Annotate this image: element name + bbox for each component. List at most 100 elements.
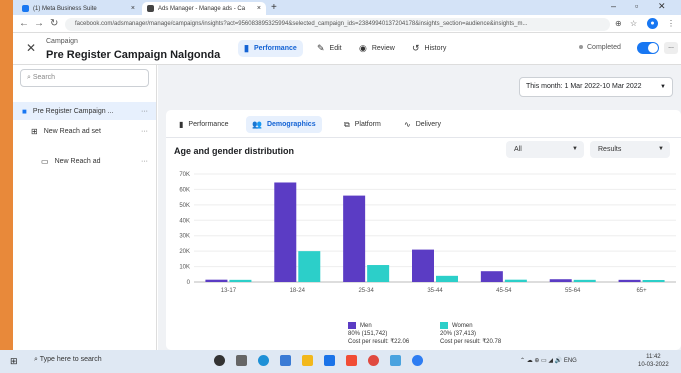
meta-favicon-icon [22, 5, 29, 12]
item-more-icon[interactable]: ··· [141, 128, 148, 135]
people-icon: 👥 [252, 120, 262, 129]
bar-women [642, 279, 665, 282]
app-icon[interactable] [346, 355, 357, 366]
bar-men [480, 271, 503, 282]
close-window-icon[interactable]: ✕ [658, 1, 666, 12]
status-label: Completed [587, 44, 621, 51]
cortana-icon[interactable] [214, 355, 225, 366]
windows-taskbar: ⊞ ⌕ Type here to search ⌃ ☁ ⊕ ▭ ◢ 🔊 ENG … [0, 350, 681, 373]
task-view-icon[interactable] [236, 355, 247, 366]
platform-icon: ⧉ [344, 119, 350, 129]
browser-menu-icon[interactable]: ⋮ [667, 19, 675, 28]
sidebar-item-label: New Reach ad set [43, 127, 101, 135]
date-range-picker[interactable]: This month: 1 Mar 2022-10 Mar 2022 ▼ [519, 77, 673, 97]
windows-start-icon[interactable]: ⊞ [10, 356, 18, 367]
taskbar-search-placeholder: Type here to search [39, 356, 102, 363]
file-explorer-icon[interactable] [302, 355, 313, 366]
legend-cost: Cost per result: ₹22.06 [348, 339, 410, 346]
chart-title: Age and gender distribution [174, 146, 295, 156]
legend-women: Women 20% (37,413) Cost per result: ₹20.… [440, 322, 501, 346]
chrome-active-icon[interactable] [412, 355, 423, 366]
browser-tab-ads-manager[interactable]: Ads Manager - Manage ads - Ca × [142, 2, 266, 15]
chevron-down-icon: ▼ [658, 146, 664, 152]
folder-icon: ■ [22, 106, 27, 116]
tab-performance-insights[interactable]: ▮ Performance [173, 116, 234, 133]
history-icon: ↺ [412, 43, 420, 53]
maximize-icon[interactable]: ▫ [635, 1, 638, 11]
status-dot-icon [579, 45, 583, 50]
taskbar-search[interactable]: ⌕ Type here to search [34, 356, 102, 364]
sidebar-item-campaign[interactable]: ■ Pre Register Campaign ... ··· [13, 102, 156, 120]
tab-label: Ads Manager - Manage ads - Ca [158, 5, 246, 12]
tab-label: History [424, 45, 447, 52]
chevron-down-icon: ▼ [660, 84, 666, 90]
system-tray[interactable]: ⌃ ☁ ⊕ ▭ ◢ 🔊 ENG [520, 357, 577, 364]
x-tick-label: 55-64 [565, 288, 581, 294]
browser-tab-meta[interactable]: (1) Meta Business Suite × [17, 2, 140, 15]
y-tick-label: 40K [179, 218, 190, 224]
store-icon[interactable] [280, 355, 291, 366]
close-icon[interactable]: ✕ [26, 41, 36, 55]
bar-women [573, 279, 596, 282]
bar-men [618, 279, 641, 282]
tab-review[interactable]: ◉ Review [353, 40, 401, 57]
chrome-icon[interactable] [368, 355, 379, 366]
tab-label: (1) Meta Business Suite [33, 5, 97, 12]
eye-icon: ◉ [359, 43, 367, 53]
tab-edit[interactable]: ✎ Edit [311, 40, 348, 57]
legend-label: Men [360, 323, 372, 330]
bar-men [205, 279, 228, 282]
edge-icon[interactable] [258, 355, 269, 366]
url-field[interactable]: facebook.com/adsmanager/manage/campaigns… [65, 18, 610, 31]
tab-demographics[interactable]: 👥 Demographics [246, 116, 322, 133]
app-icon[interactable] [390, 355, 401, 366]
y-tick-label: 10K [179, 265, 190, 271]
tab-history[interactable]: ↺ History [406, 40, 452, 57]
new-tab-icon[interactable]: + [271, 2, 277, 13]
mail-icon[interactable] [324, 355, 335, 366]
grid-icon: ⊞ [31, 126, 38, 136]
bar-women [367, 265, 390, 282]
sidebar-item-ad[interactable]: ▭ New Reach ad ··· [13, 152, 156, 170]
bar-women [504, 279, 527, 282]
more-options-button[interactable]: ... [664, 42, 678, 54]
audience-filter-dropdown[interactable]: All ▼ [506, 141, 584, 158]
divider [166, 137, 681, 138]
bar-men [549, 279, 572, 282]
tab-delivery[interactable]: ∿ Delivery [398, 116, 447, 133]
tab-performance[interactable]: ▮ Performance [238, 40, 303, 57]
back-icon[interactable]: ← [19, 18, 29, 29]
age-gender-chart: 0 10K 20K 30K 40K 50K 60K 70K 13-17 18-24 25-34 35-… [179, 172, 676, 294]
bar-men [274, 182, 297, 282]
reload-icon[interactable]: ↻ [50, 18, 58, 29]
clock[interactable]: 11:42 10-03-2022 [638, 353, 669, 369]
dropdown-label: All [514, 146, 522, 153]
tab-label: Edit [329, 45, 342, 52]
profile-avatar[interactable]: ● [647, 18, 658, 29]
sidebar-item-ad-set[interactable]: ⊞ New Reach ad set ··· [13, 122, 156, 140]
zoom-icon[interactable]: ⊕ [615, 19, 622, 28]
tab-label: Delivery [415, 121, 441, 128]
campaign-toggle[interactable] [637, 42, 659, 54]
minimize-icon[interactable]: – [611, 1, 616, 11]
tab-platform[interactable]: ⧉ Platform [338, 116, 387, 133]
item-more-icon[interactable]: ··· [141, 158, 148, 165]
browser-tab-bar: (1) Meta Business Suite × Ads Manager - … [13, 0, 681, 15]
y-tick-label: 30K [179, 234, 190, 240]
pencil-icon: ✎ [317, 43, 325, 53]
close-tab-icon[interactable]: × [131, 5, 135, 12]
search-input[interactable]: ⌕ Search [20, 69, 149, 87]
metric-dropdown[interactable]: Results ▼ [590, 141, 670, 158]
toggle-knob [648, 43, 658, 53]
item-more-icon[interactable]: ··· [141, 108, 148, 115]
insights-card: ▮ Performance 👥 Demographics ⧉ Platform … [166, 110, 681, 350]
forward-icon[interactable]: → [34, 18, 44, 29]
campaign-header: ✕ Campaign Pre Register Campaign Nalgond… [13, 33, 681, 65]
screen: (1) Meta Business Suite × Ads Manager - … [13, 0, 681, 373]
tab-label: Performance [188, 121, 229, 128]
bookmark-star-icon[interactable]: ☆ [630, 19, 637, 28]
close-tab-icon[interactable]: × [257, 5, 261, 12]
chevron-down-icon: ▼ [572, 146, 578, 152]
legend-men: Men 80% (151,742) Cost per result: ₹22.0… [348, 322, 409, 346]
legend-label: Women [452, 323, 473, 330]
